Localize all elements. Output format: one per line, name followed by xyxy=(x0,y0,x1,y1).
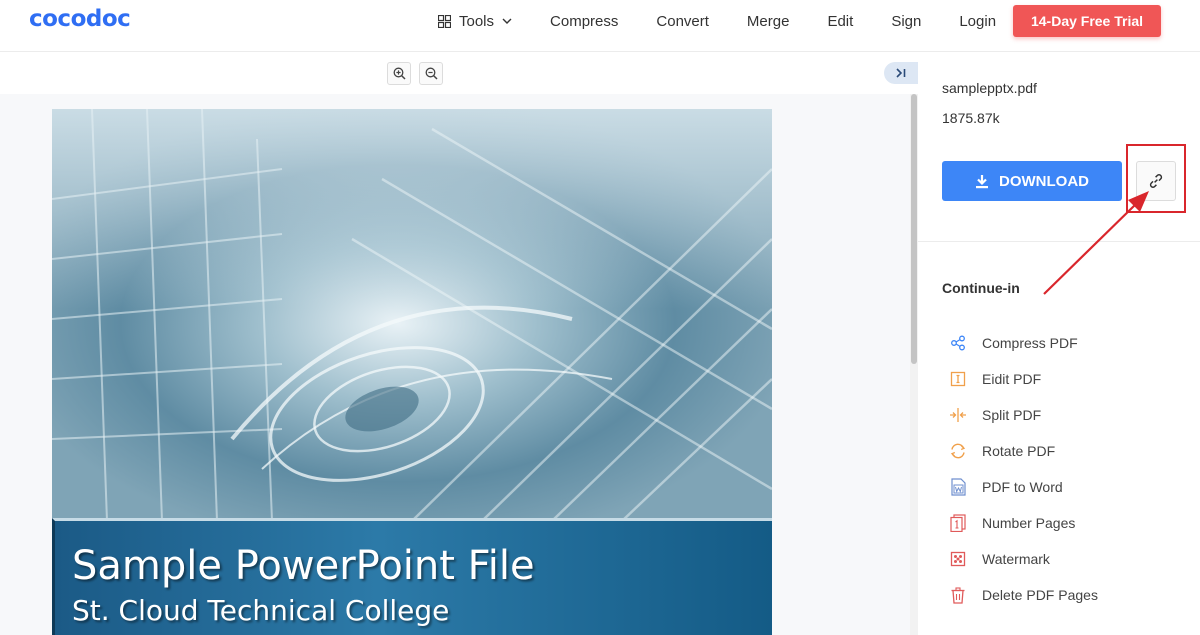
tool-delete-pdf-pages[interactable]: Delete PDF Pages xyxy=(948,577,1098,613)
side-divider xyxy=(918,241,1200,242)
edit-cursor-icon xyxy=(948,369,968,389)
slide-background-image xyxy=(52,109,772,521)
tool-compress-pdf[interactable]: Compress PDF xyxy=(948,325,1098,361)
tool-label: Split PDF xyxy=(982,407,1042,423)
link-icon xyxy=(1149,174,1163,188)
continue-in-title: Continue-in xyxy=(942,280,1020,296)
share-nodes-icon xyxy=(948,333,968,353)
file-name: samplepptx.pdf xyxy=(942,80,1037,96)
tool-pdf-to-word[interactable]: PDF to Word xyxy=(948,469,1098,505)
nav-sign[interactable]: Sign xyxy=(891,13,921,30)
pages-area[interactable]: Sample PowerPoint File St. Cloud Technic… xyxy=(0,94,910,635)
copy-link-button[interactable] xyxy=(1136,161,1176,201)
chevron-down-icon xyxy=(502,18,512,24)
collapse-right-icon xyxy=(896,68,906,78)
continue-tools-list: Compress PDF Eidit PDF Split PDF Rotate … xyxy=(948,325,1098,613)
pdf-page: Sample PowerPoint File St. Cloud Technic… xyxy=(52,109,772,635)
nav-tools-label: Tools xyxy=(459,12,495,30)
zoom-in-button[interactable] xyxy=(387,62,411,85)
zoom-out-icon xyxy=(425,67,438,80)
nav-edit[interactable]: Edit xyxy=(827,13,853,30)
main-nav: Tools Compress Convert Merge Edit Sign L… xyxy=(438,0,1034,42)
slide-title: Sample PowerPoint File xyxy=(72,543,535,589)
download-icon xyxy=(976,174,988,188)
watermark-icon xyxy=(948,549,968,569)
cocodoc-logo[interactable]: cocodoc xyxy=(29,6,131,32)
nav-convert[interactable]: Convert xyxy=(656,13,709,30)
tool-label: Compress PDF xyxy=(982,335,1078,351)
number-pages-icon xyxy=(948,513,968,533)
tool-label: Eidit PDF xyxy=(982,371,1042,387)
tool-label: Rotate PDF xyxy=(982,443,1056,459)
tool-label: Delete PDF Pages xyxy=(982,587,1098,603)
grid-icon xyxy=(438,14,451,28)
tool-watermark[interactable]: Watermark xyxy=(948,541,1098,577)
download-label: DOWNLOAD xyxy=(999,172,1089,190)
tool-split-pdf[interactable]: Split PDF xyxy=(948,397,1098,433)
collapse-panel-button[interactable] xyxy=(884,62,918,84)
tool-label: Number Pages xyxy=(982,515,1076,531)
slide-subtitle: St. Cloud Technical College xyxy=(72,594,450,627)
word-doc-icon xyxy=(948,477,968,497)
nav-tools[interactable]: Tools xyxy=(438,13,512,30)
split-icon xyxy=(948,405,968,425)
nav-compress[interactable]: Compress xyxy=(550,13,618,30)
zoom-out-button[interactable] xyxy=(419,62,443,85)
tool-label: PDF to Word xyxy=(982,479,1063,495)
tool-label: Watermark xyxy=(982,551,1050,567)
zoom-in-icon xyxy=(393,67,406,80)
viewer-scrollbar[interactable] xyxy=(910,94,918,635)
nav-merge[interactable]: Merge xyxy=(747,13,790,30)
viewer-toolbar xyxy=(0,53,918,94)
trash-icon xyxy=(948,585,968,605)
file-size: 1875.87k xyxy=(942,110,1000,126)
tool-rotate-pdf[interactable]: Rotate PDF xyxy=(948,433,1098,469)
side-panel: samplepptx.pdf 1875.87k DOWNLOAD Continu… xyxy=(918,53,1200,635)
slide-title-band: Sample PowerPoint File St. Cloud Technic… xyxy=(52,518,772,635)
nav-login[interactable]: Login xyxy=(959,13,996,30)
rotate-icon xyxy=(948,441,968,461)
top-header: cocodoc Tools Compress Convert Merge Edi… xyxy=(0,0,1200,52)
scrollbar-thumb[interactable] xyxy=(911,94,917,364)
tool-edit-pdf[interactable]: Eidit PDF xyxy=(948,361,1098,397)
free-trial-button[interactable]: 14-Day Free Trial xyxy=(1013,5,1161,37)
pdf-viewer: Sample PowerPoint File St. Cloud Technic… xyxy=(0,53,918,635)
download-button[interactable]: DOWNLOAD xyxy=(942,161,1122,201)
tool-number-pages[interactable]: Number Pages xyxy=(948,505,1098,541)
